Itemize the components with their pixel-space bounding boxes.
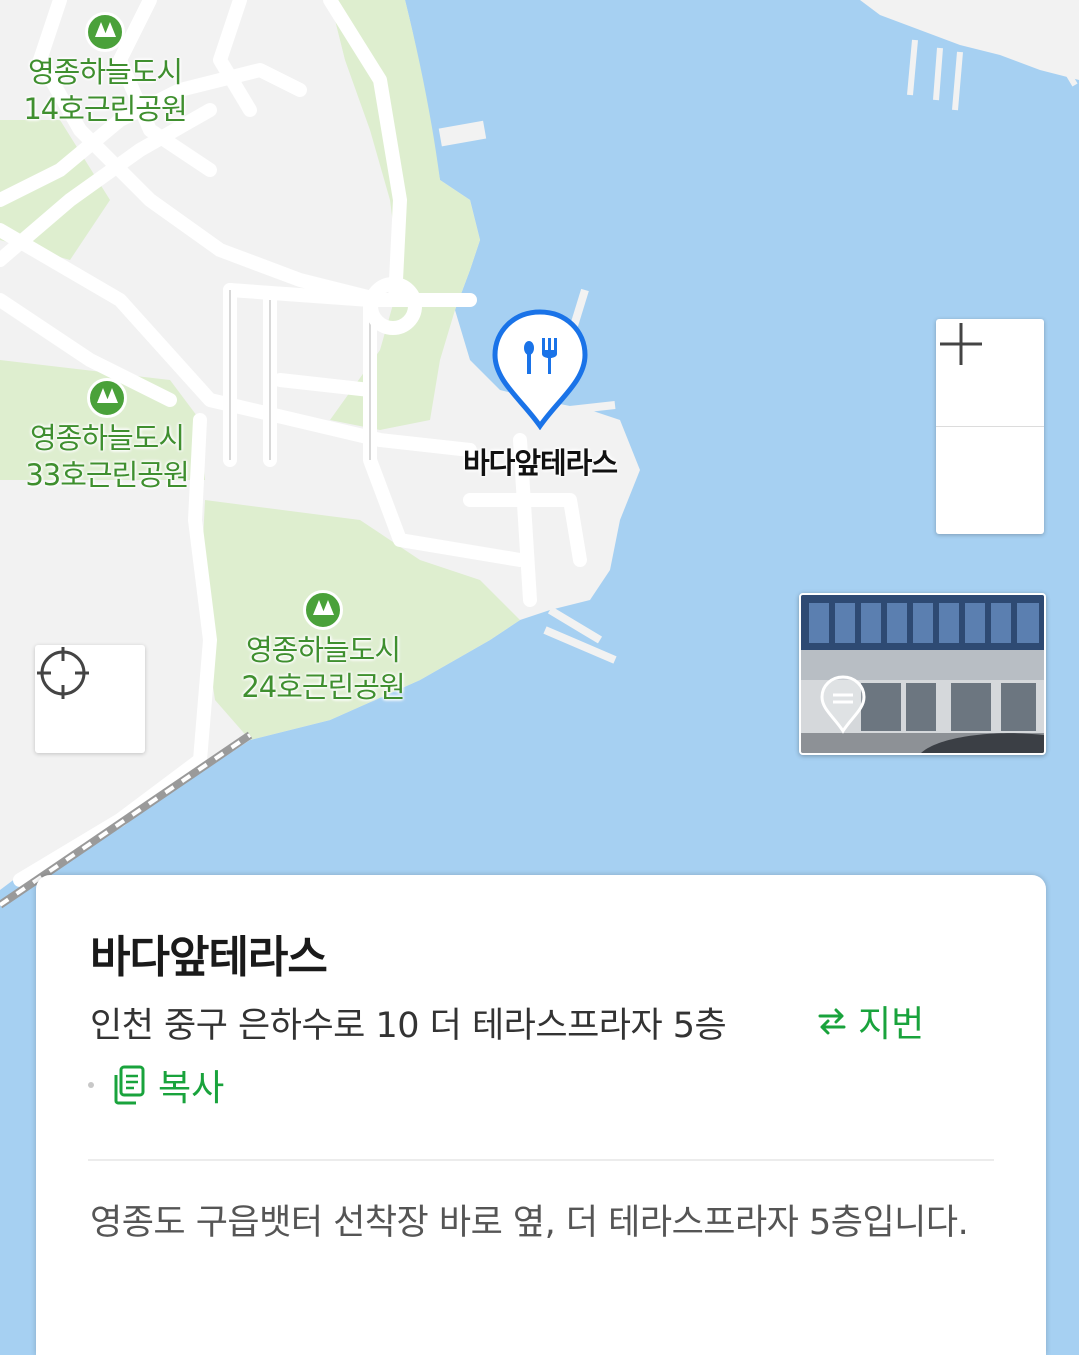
street-view-thumbnail[interactable] [799,593,1046,755]
street-view-image [801,595,1044,753]
crosshair-icon [37,647,89,699]
place-description: 영종도 구읍뱃터 선착장 바로 옆, 더 테라스프라자 5층입니다. [90,1203,969,1243]
park-label-33[interactable]: 영종하늘도시 33호근린공원 [12,378,202,494]
my-location-button[interactable] [35,645,145,753]
copy-icon [114,1065,145,1105]
swap-arrows-icon [818,1008,846,1035]
park-name-line1: 영종하늘도시 [29,421,185,455]
zoom-out-button[interactable] [936,342,1044,534]
jibun-label: 지번 [858,1004,925,1045]
park-name-line1: 영종하늘도시 [27,55,183,89]
place-name: 바다앞테라스 [90,932,328,983]
zoom-control [936,319,1044,534]
park-label-24[interactable]: 영종하늘도시 24호근린공원 [228,590,418,706]
bullet-separator [88,1082,94,1088]
card-divider [88,1159,994,1161]
place-pin[interactable] [490,308,590,430]
minus-icon [940,342,982,346]
copy-address-button[interactable]: 복사 [88,1059,224,1111]
park-icon [87,378,127,418]
park-icon [303,590,343,630]
place-pin-label[interactable]: 바다앞테라스 [440,440,640,482]
park-name-line2: 33호근린공원 [25,458,189,492]
park-label-14[interactable]: 영종하늘도시 14호근린공원 [10,12,200,128]
place-address: 인천 중구 은하수로 10 더 테라스프라자 5층 [90,1006,727,1046]
park-name-line2: 24호근린공원 [241,670,405,704]
jibun-toggle-button[interactable]: 지번 [816,995,924,1047]
place-info-card[interactable]: 바다앞테라스 인천 중구 은하수로 10 더 테라스프라자 5층 지번 복사 영… [36,875,1046,1355]
copy-label: 복사 [158,1068,225,1109]
park-icon [85,12,125,52]
park-name-line2: 14호근린공원 [23,92,187,126]
park-name-line1: 영종하늘도시 [245,633,401,667]
